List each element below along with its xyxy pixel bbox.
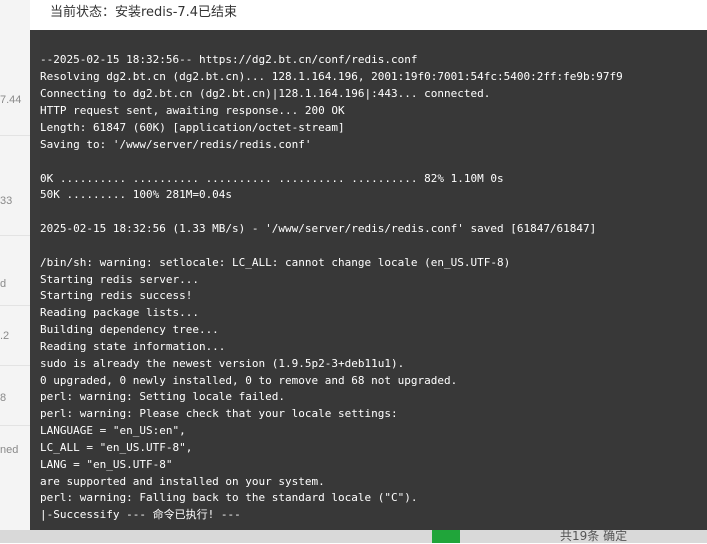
terminal-line: HTTP request sent, awaiting response... … xyxy=(40,104,345,117)
background-divider xyxy=(0,365,30,366)
background-divider xyxy=(0,425,30,426)
terminal-line: /bin/sh: warning: setlocale: LC_ALL: can… xyxy=(40,256,511,269)
terminal-line: Reading package lists... xyxy=(40,306,199,319)
background-fragment: .2 xyxy=(0,330,10,342)
terminal-line: Saving to: '/www/server/redis/redis.conf… xyxy=(40,138,312,151)
terminal-line: Starting redis success! xyxy=(40,289,193,302)
background-fragment: 33 xyxy=(0,195,13,207)
install-status-modal: 当前状态：安装redis-7.4已结束 --2025-02-15 18:32:5… xyxy=(30,0,707,530)
terminal-line: 2025-02-15 18:32:56 (1.33 MB/s) - '/www/… xyxy=(40,222,597,235)
terminal-output[interactable]: --2025-02-15 18:32:56-- https://dg2.bt.c… xyxy=(40,30,707,530)
background-fragment: 8 xyxy=(0,392,7,404)
terminal-line: Reading state information... xyxy=(40,340,226,353)
terminal-line: Building dependency tree... xyxy=(40,323,219,336)
terminal-line: LANGUAGE = "en_US:en", xyxy=(40,424,186,437)
background-divider xyxy=(0,305,30,306)
background-fragment: d xyxy=(0,278,7,290)
terminal-line: are supported and installed on your syst… xyxy=(40,475,325,488)
terminal-line: 0 upgraded, 0 newly installed, 0 to remo… xyxy=(40,374,458,387)
terminal-line: LC_ALL = "en_US.UTF-8", xyxy=(40,441,193,454)
terminal-line: perl: warning: Falling back to the stand… xyxy=(40,491,418,504)
terminal-line: 0K .......... .......... .......... ....… xyxy=(40,172,504,185)
background-divider xyxy=(0,235,30,236)
terminal-line: Starting redis server... xyxy=(40,273,199,286)
background-page-strip xyxy=(0,0,30,543)
background-fragment: 7.44 xyxy=(0,94,22,106)
modal-header: 当前状态：安装redis-7.4已结束 xyxy=(30,0,707,30)
modal-title: 当前状态：安装redis-7.4已结束 xyxy=(50,5,238,20)
terminal-line: Resolving dg2.bt.cn (dg2.bt.cn)... 128.1… xyxy=(40,70,623,83)
background-divider xyxy=(0,135,30,136)
terminal-line: Connecting to dg2.bt.cn (dg2.bt.cn)|128.… xyxy=(40,87,491,100)
terminal-line: Length: 61847 (60K) [application/octet-s… xyxy=(40,121,345,134)
terminal-line: sudo is already the newest version (1.9.… xyxy=(40,357,405,370)
terminal-line: perl: warning: Please check that your lo… xyxy=(40,407,398,420)
terminal-line: 50K ......... 100% 281M=0.04s xyxy=(40,188,233,201)
terminal-line: perl: warning: Setting locale failed. xyxy=(40,390,286,403)
background-current-page xyxy=(432,530,460,543)
terminal-line: LANG = "en_US.UTF-8" xyxy=(40,458,173,471)
terminal-line: |-Successify --- 命令已执行! --- xyxy=(40,508,241,521)
terminal-line: --2025-02-15 18:32:56-- https://dg2.bt.c… xyxy=(40,53,418,66)
background-fragment: ned xyxy=(0,444,19,456)
